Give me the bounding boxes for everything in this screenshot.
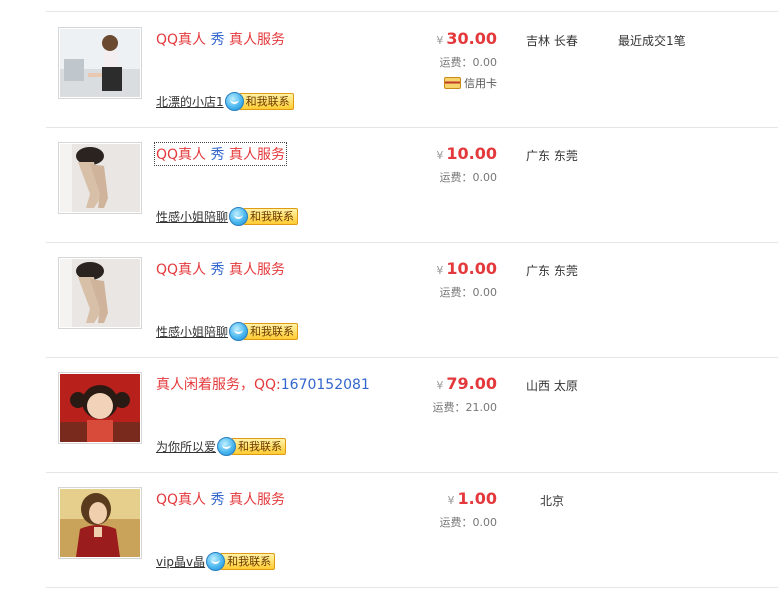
listing-title-link[interactable]: QQ真人 秀 真人服务 bbox=[154, 142, 287, 166]
wangwang-icon bbox=[229, 207, 249, 226]
listing-title-link[interactable]: 真人闲着服务，QQ:1670152081 bbox=[156, 374, 370, 394]
price: ¥30.00 bbox=[436, 29, 497, 48]
contact-seller-button[interactable]: 和我联系 bbox=[229, 207, 299, 226]
contact-seller-button[interactable]: 和我联系 bbox=[217, 437, 287, 456]
payment-label: 信用卡 bbox=[464, 77, 497, 90]
list-item: QQ真人 秀 真人服务 性感小姐陪聊 和我联系 ¥10.00 运费：0.00 广… bbox=[46, 242, 778, 358]
contact-seller-button[interactable]: 和我联系 bbox=[224, 92, 294, 111]
wangwang-icon bbox=[217, 437, 237, 456]
contact-label: 和我联系 bbox=[220, 553, 276, 570]
contact-label: 和我联系 bbox=[243, 323, 299, 340]
product-photo bbox=[60, 259, 140, 327]
product-photo bbox=[60, 144, 140, 212]
title-part: QQ真人 bbox=[156, 147, 211, 163]
price: ¥10.00 bbox=[436, 259, 497, 278]
list-item: QQ真人 秀 真人服务 性感小姐陪聊 和我联系 ¥10.00 运费：0.00 广… bbox=[46, 127, 778, 243]
product-thumbnail[interactable] bbox=[58, 372, 142, 444]
credit-card-icon bbox=[444, 77, 461, 89]
list-item: 真人闲着服务，QQ:1670152081 为你所以爱 和我联系 ¥79.00 运… bbox=[46, 357, 778, 473]
shipping-fee: 运费：0.00 bbox=[439, 286, 498, 299]
list-item: QQ真人 秀 真人服务 vip晶v晶 和我联系 ¥1.00 运费：0.00 北京 bbox=[46, 472, 778, 588]
product-thumbnail[interactable] bbox=[58, 257, 142, 329]
listing-title-link[interactable]: QQ真人 秀 真人服务 bbox=[156, 29, 285, 49]
contact-seller-button[interactable]: 和我联系 bbox=[206, 552, 276, 571]
seller-info: 性感小姐陪聊 和我联系 bbox=[156, 322, 299, 341]
seller-info: 北漂的小店1 和我联系 bbox=[156, 92, 294, 111]
wangwang-icon bbox=[229, 322, 249, 341]
title-part: 真人服务 bbox=[228, 32, 285, 48]
list-item: QQ真人 秀 真人服务 北漂的小店1 和我联系 ¥30.00 运费：0.00 信… bbox=[46, 12, 778, 128]
price-amount: 30.00 bbox=[446, 29, 497, 48]
seller-info: vip晶v晶 和我联系 bbox=[156, 552, 276, 571]
currency-symbol: ¥ bbox=[436, 34, 444, 47]
seller-name-link[interactable]: 北漂的小店1 bbox=[156, 93, 224, 110]
title-part: QQ真人 bbox=[156, 262, 211, 278]
title-part: 真人服务 bbox=[228, 262, 285, 278]
title-part: QQ: bbox=[254, 377, 281, 393]
product-thumbnail[interactable] bbox=[58, 142, 142, 214]
title-part: 1670152081 bbox=[280, 377, 370, 393]
location: 山西 太原 bbox=[526, 379, 578, 393]
product-photo bbox=[60, 489, 140, 557]
shipping-fee: 运费：21.00 bbox=[432, 401, 498, 414]
currency-symbol: ¥ bbox=[436, 149, 444, 162]
seller-info: 为你所以爱 和我联系 bbox=[156, 437, 287, 456]
listing-title-link[interactable]: QQ真人 秀 真人服务 bbox=[156, 489, 285, 509]
product-photo bbox=[60, 29, 140, 97]
location: 吉林 长春 bbox=[526, 34, 578, 48]
contact-label: 和我联系 bbox=[238, 93, 294, 110]
price-amount: 10.00 bbox=[446, 259, 497, 278]
listing-title-link[interactable]: QQ真人 秀 真人服务 bbox=[156, 259, 285, 279]
title-part: QQ真人 bbox=[156, 32, 211, 48]
currency-symbol: ¥ bbox=[447, 494, 455, 507]
title-part: 秀 bbox=[210, 147, 229, 163]
contact-label: 和我联系 bbox=[243, 208, 299, 225]
contact-seller-button[interactable]: 和我联系 bbox=[229, 322, 299, 341]
title-part: QQ真人 bbox=[156, 492, 211, 508]
seller-name-link[interactable]: 性感小姐陪聊 bbox=[156, 323, 228, 340]
shipping-fee: 运费：0.00 bbox=[439, 516, 498, 529]
location: 广东 东莞 bbox=[526, 264, 578, 278]
price: ¥10.00 bbox=[436, 144, 497, 163]
seller-name-link[interactable]: vip晶v晶 bbox=[156, 553, 205, 570]
title-part: 真人服务 bbox=[228, 147, 285, 163]
title-part: 真人闲着服务， bbox=[156, 377, 254, 393]
title-part: 真人服务 bbox=[228, 492, 285, 508]
price-amount: 79.00 bbox=[446, 374, 497, 393]
location: 广东 东莞 bbox=[526, 149, 578, 163]
seller-name-link[interactable]: 为你所以爱 bbox=[156, 438, 216, 455]
shipping-fee: 运费：0.00 bbox=[439, 171, 498, 184]
price-amount: 1.00 bbox=[457, 489, 497, 508]
seller-name-link[interactable]: 性感小姐陪聊 bbox=[156, 208, 228, 225]
recent-sales: 最近成交1笔 bbox=[618, 34, 686, 48]
product-thumbnail[interactable] bbox=[58, 487, 142, 559]
product-photo bbox=[60, 374, 140, 442]
wangwang-icon bbox=[224, 92, 244, 111]
price: ¥1.00 bbox=[448, 489, 497, 508]
product-thumbnail[interactable] bbox=[58, 27, 142, 99]
title-part: 秀 bbox=[210, 32, 229, 48]
price: ¥79.00 bbox=[436, 374, 497, 393]
currency-symbol: ¥ bbox=[436, 264, 444, 277]
title-part: 秀 bbox=[210, 262, 229, 278]
payment-method: 信用卡 bbox=[444, 75, 497, 91]
contact-label: 和我联系 bbox=[231, 438, 287, 455]
title-part: 秀 bbox=[210, 492, 229, 508]
price-amount: 10.00 bbox=[446, 144, 497, 163]
currency-symbol: ¥ bbox=[436, 379, 444, 392]
location: 北京 bbox=[540, 494, 565, 508]
shipping-fee: 运费：0.00 bbox=[439, 56, 498, 69]
seller-info: 性感小姐陪聊 和我联系 bbox=[156, 207, 299, 226]
